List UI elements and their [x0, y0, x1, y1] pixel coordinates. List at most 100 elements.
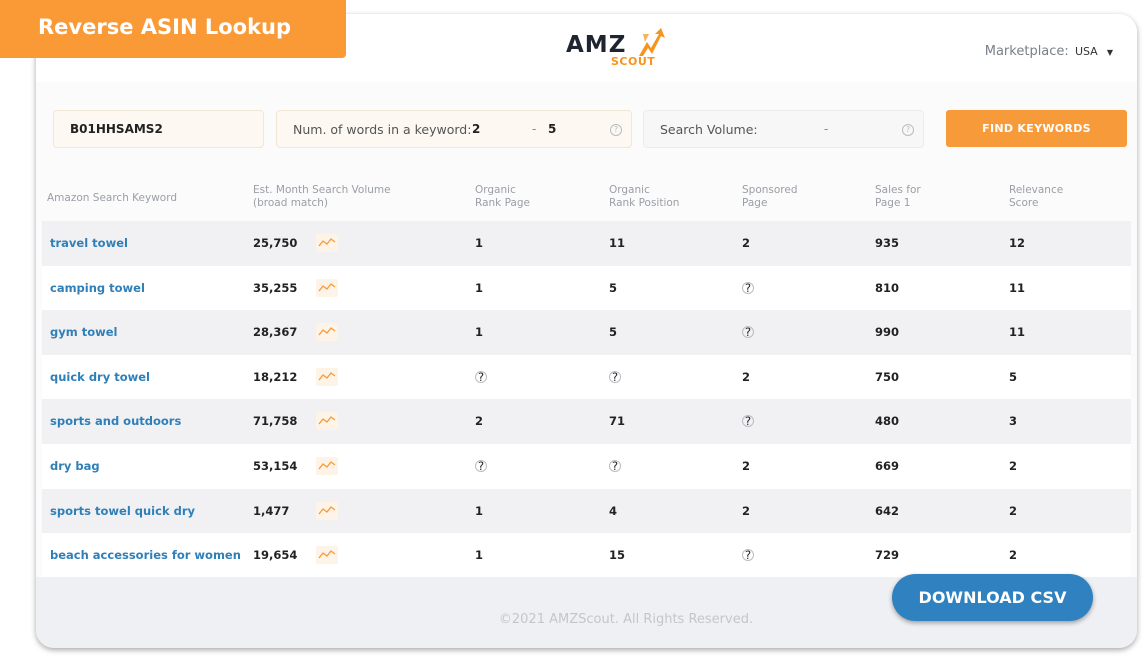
organic-rank-position-value: 5	[609, 280, 618, 295]
help-icon: ?	[475, 459, 487, 472]
relevance-score-value: 5	[1009, 369, 1018, 384]
organic-rank-page-value: 2	[475, 414, 484, 429]
relevance-score-value: 11	[1009, 280, 1026, 295]
search-volume-field[interactable]: Search Volume: - ?	[643, 110, 924, 148]
organic-rank-position-value: 71	[609, 414, 626, 429]
words-range-field[interactable]: Num. of words in a keyword: 2 - 5 ?	[276, 110, 632, 148]
marketplace-selector[interactable]: Marketplace: USA ▼	[985, 44, 1113, 59]
table-row: travel towel 25,750 1 11 2 935 12	[42, 221, 1131, 266]
table-row: quick dry towel 18,212?? 2 750 5	[42, 354, 1131, 400]
page-title-badge: Reverse ASIN Lookup	[0, 0, 346, 58]
column-header-volume[interactable]: Est. Month Search Volume (broad match)	[253, 184, 391, 210]
asin-input[interactable]	[54, 111, 279, 147]
column-header-sponsored[interactable]: Sponsored Page	[742, 184, 798, 210]
words-label: Num. of words in a keyword:	[293, 122, 472, 137]
column-header-sales[interactable]: Sales for Page 1	[875, 184, 921, 210]
sales-page1-value: 480	[875, 414, 900, 429]
organic-rank-page-value: 1	[475, 280, 484, 295]
sponsored-page-value: 2	[742, 503, 751, 518]
table-row: sports towel quick dry 1,477 1 4 2 642 2	[42, 488, 1131, 534]
trend-chart-icon[interactable]	[316, 367, 338, 386]
help-icon: ?	[742, 281, 754, 294]
trend-chart-icon[interactable]	[316, 412, 338, 431]
table-row: camping towel 35,255 1 5? 810 11	[42, 265, 1131, 311]
organic-rank-position-value: 11	[609, 236, 626, 250]
sales-page1-value: 750	[875, 369, 900, 384]
organic-rank-page-value: 1	[475, 503, 484, 518]
relevance-score-value: 3	[1009, 414, 1018, 429]
trend-chart-icon[interactable]	[316, 546, 338, 565]
keyword-table-body: travel towel 25,750 1 11 2 935 12 camping towel…	[42, 221, 1131, 578]
keyword-link[interactable]: sports and outdoors	[50, 414, 181, 428]
keyword-link[interactable]: travel towel	[50, 236, 128, 250]
keyword-link[interactable]: gym towel	[50, 325, 117, 339]
words-min[interactable]: 2	[472, 122, 480, 136]
help-icon: ?	[609, 459, 621, 472]
sales-page1-value: 990	[875, 325, 900, 340]
relevance-score-value: 2	[1009, 503, 1018, 518]
sales-page1-value: 642	[875, 503, 900, 518]
help-icon: ?	[742, 326, 754, 339]
sponsored-page-value: 2	[742, 236, 751, 250]
keyword-link[interactable]: sports towel quick dry	[50, 504, 195, 518]
sponsored-page-value: 2	[742, 369, 751, 384]
keyword-link[interactable]: beach accessories for women	[50, 548, 241, 562]
volume-separator: -	[824, 122, 829, 136]
marketplace-value: USA	[1074, 45, 1098, 58]
relevance-score-value: 12	[1009, 236, 1026, 250]
organic-rank-page-value: 1	[475, 325, 484, 340]
help-icon: ?	[742, 549, 754, 562]
trend-chart-icon[interactable]	[316, 501, 338, 520]
trend-chart-icon[interactable]	[316, 234, 338, 252]
filter-bar: Num. of words in a keyword: 2 - 5 ? Sear…	[36, 82, 1137, 162]
amzscout-logo[interactable]: AMZ SCOUT	[566, 28, 686, 72]
help-icon[interactable]: ?	[610, 124, 622, 136]
trend-chart-icon[interactable]	[316, 456, 338, 475]
sales-page1-value: 810	[875, 280, 900, 295]
sales-page1-value: 729	[875, 548, 900, 563]
sponsored-page-value: 2	[742, 458, 751, 473]
search-volume-value: 71,758	[253, 414, 298, 429]
trend-chart-icon[interactable]	[316, 323, 338, 342]
download-csv-button[interactable]: DOWNLOAD CSV	[892, 574, 1093, 621]
page-title: Reverse ASIN Lookup	[38, 15, 292, 39]
relevance-score-value: 2	[1009, 458, 1018, 473]
help-icon: ?	[475, 370, 487, 383]
trend-chart-icon[interactable]	[316, 278, 338, 297]
organic-rank-page-value: 1	[475, 548, 484, 563]
marketplace-label: Marketplace:	[984, 44, 1069, 59]
volume-label: Search Volume:	[660, 122, 758, 137]
column-header-relevance[interactable]: Relevance Score	[1009, 184, 1063, 210]
table-row: gym towel 28,367 1 5? 990 11	[42, 310, 1131, 355]
column-header-rank-position[interactable]: Organic Rank Position	[609, 184, 679, 210]
caret-down-icon: ▼	[1106, 48, 1113, 57]
column-header-keyword[interactable]: Amazon Search Keyword	[47, 192, 177, 205]
help-icon[interactable]: ?	[902, 124, 914, 136]
find-keywords-button[interactable]: FIND KEYWORDS	[946, 110, 1127, 147]
table-row: sports and outdoors 71,758 2 71? 480 3	[42, 399, 1131, 444]
relevance-score-value: 11	[1009, 325, 1026, 340]
organic-rank-position-value: 15	[609, 548, 626, 563]
table-row: beach accessories for women 19,654 1 15? 729…	[42, 533, 1131, 578]
search-volume-value: 28,367	[253, 325, 298, 340]
words-max[interactable]: 5	[548, 122, 556, 136]
app-card: AMZ SCOUT Marketplace: USA ▼ Num. of wor…	[36, 14, 1137, 648]
table-row: dry bag 53,154?? 2 669 2	[42, 443, 1131, 489]
column-header-rank-page[interactable]: Organic Rank Page	[475, 184, 530, 210]
keyword-link[interactable]: quick dry towel	[50, 370, 150, 384]
amzscout-arrow-icon	[639, 28, 665, 56]
sales-page1-value: 935	[875, 236, 900, 250]
table-header: Amazon Search Keyword Est. Month Search …	[42, 184, 1131, 222]
sales-page1-value: 669	[875, 458, 900, 473]
keyword-link[interactable]: dry bag	[50, 459, 100, 473]
organic-rank-position-value: 5	[609, 325, 618, 340]
keyword-link[interactable]: camping towel	[50, 281, 145, 295]
search-volume-value: 53,154	[253, 458, 298, 473]
help-icon: ?	[742, 415, 754, 428]
organic-rank-page-value: 1	[475, 236, 484, 250]
search-volume-value: 18,212	[253, 369, 298, 384]
search-volume-value: 35,255	[253, 280, 298, 295]
relevance-score-value: 2	[1009, 548, 1018, 563]
asin-field-wrap	[53, 110, 279, 148]
organic-rank-position-value: 4	[609, 503, 618, 518]
